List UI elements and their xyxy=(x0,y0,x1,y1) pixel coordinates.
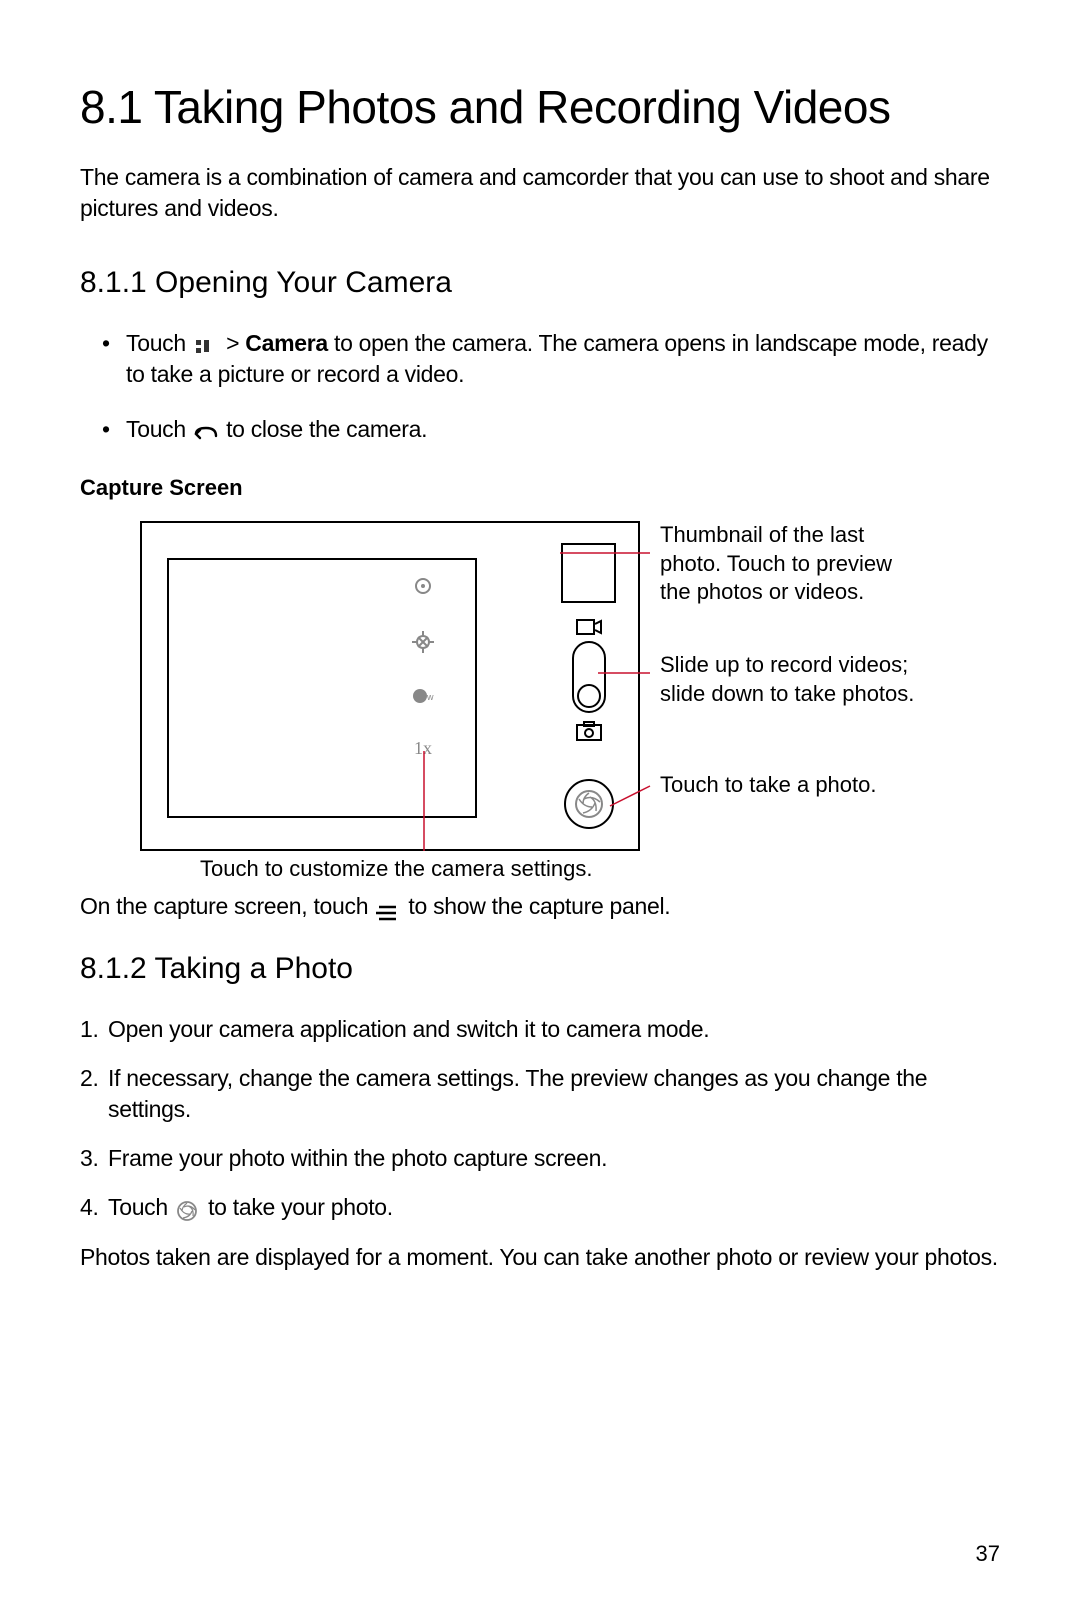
setting-gps-icon xyxy=(412,631,434,653)
capture-screen-figure: w 1x Thumbn xyxy=(80,521,1000,881)
step-item: Open your camera application and switch … xyxy=(80,1014,1000,1045)
text: Touch xyxy=(126,416,192,442)
callout-shutter: Touch to take a photo. xyxy=(660,771,920,800)
step-item: Frame your photo within the photo captur… xyxy=(80,1143,1000,1174)
back-icon xyxy=(194,421,218,441)
subsection-heading-opening: 8.1.1 Opening Your Camera xyxy=(80,266,1000,300)
text: > xyxy=(226,330,245,356)
step-item: Touch to take your photo. xyxy=(80,1192,1000,1223)
zoom-level-label: 1x xyxy=(414,738,432,759)
callout-thumbnail: Thumbnail of the last photo. Touch to pr… xyxy=(660,521,920,607)
bullet-list-opening: Touch > Camera to open the camera. The c… xyxy=(80,328,1000,445)
text: to show the capture panel. xyxy=(408,893,670,919)
callout-settings: Touch to customize the camera settings. xyxy=(200,856,593,882)
setting-wb-icon: w xyxy=(412,685,434,707)
svg-text:w: w xyxy=(426,692,434,702)
steps-list: Open your camera application and switch … xyxy=(80,1014,1000,1223)
panel-menu-icon xyxy=(376,898,400,918)
text-bold: Camera xyxy=(245,330,328,356)
video-mode-icon xyxy=(576,619,602,640)
shutter-small-icon xyxy=(176,1199,200,1219)
photo-mode-icon xyxy=(576,721,602,746)
setting-focus-icon xyxy=(412,575,434,597)
mode-slider-handle xyxy=(577,684,601,708)
thumbnail-box xyxy=(561,543,616,603)
intro-paragraph: The camera is a combination of camera an… xyxy=(80,162,1000,224)
bullet-item: Touch to close the camera. xyxy=(102,414,1000,445)
subsection-heading-taking: 8.1.2 Taking a Photo xyxy=(80,952,1000,986)
text: to take your photo. xyxy=(208,1194,393,1220)
callout-slider: Slide up to record videos; slide down to… xyxy=(660,651,920,708)
bullet-item: Touch > Camera to open the camera. The c… xyxy=(102,328,1000,390)
document-page: 8.1 Taking Photos and Recording Videos T… xyxy=(0,0,1080,1617)
text: On the capture screen, touch xyxy=(80,893,374,919)
camera-outer-frame: w 1x xyxy=(140,521,640,851)
shutter-button xyxy=(564,779,614,829)
text: to close the camera. xyxy=(226,416,427,442)
page-number: 37 xyxy=(976,1541,1000,1567)
capture-panel-paragraph: On the capture screen, touch to show the… xyxy=(80,891,1000,922)
text: Touch xyxy=(126,330,192,356)
mode-slider xyxy=(572,641,606,713)
section-heading: 8.1 Taking Photos and Recording Videos xyxy=(80,80,1000,134)
closing-paragraph: Photos taken are displayed for a moment.… xyxy=(80,1242,1000,1273)
step-item: If necessary, change the camera settings… xyxy=(80,1063,1000,1125)
text: Touch xyxy=(108,1194,174,1220)
capture-screen-label: Capture Screen xyxy=(80,475,1000,501)
apps-grid-icon xyxy=(194,335,218,355)
